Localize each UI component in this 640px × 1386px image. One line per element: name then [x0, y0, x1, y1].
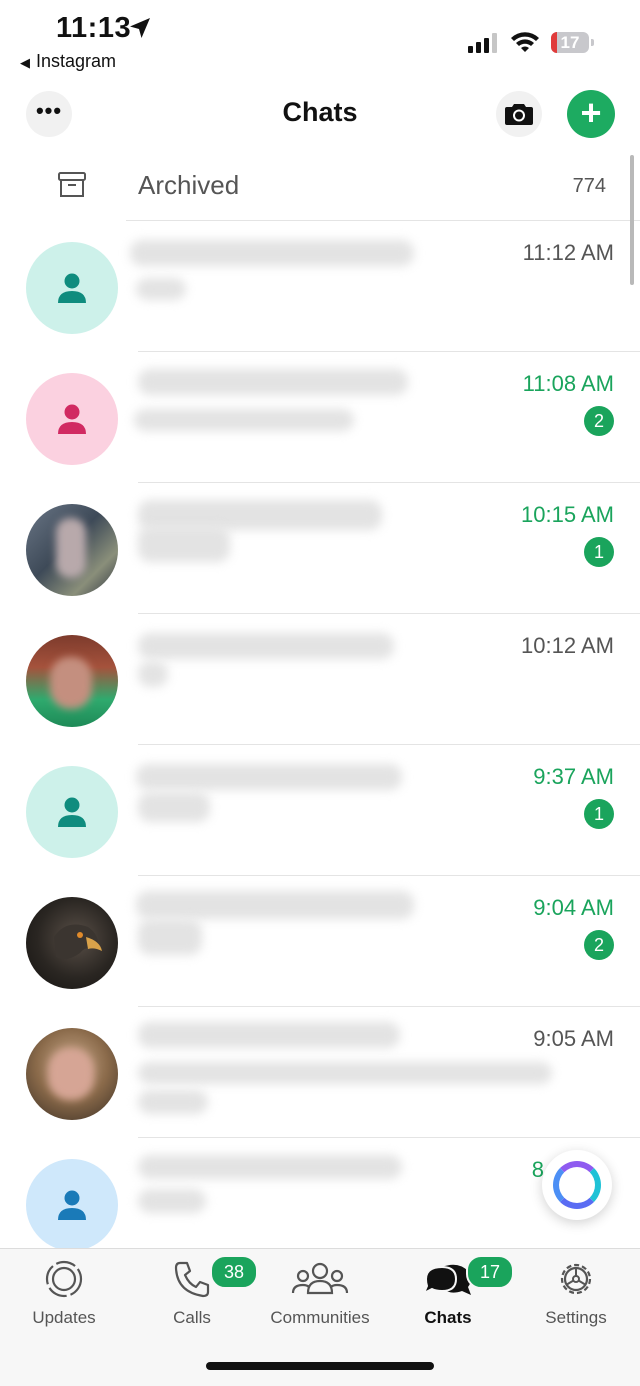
- tab-label: Updates: [32, 1308, 96, 1327]
- person-icon: [58, 797, 86, 827]
- meta-ai-button[interactable]: [542, 1150, 612, 1220]
- tab-settings[interactable]: Settings: [512, 1249, 640, 1339]
- meta-ai-ring-icon: [553, 1161, 601, 1209]
- back-triangle-icon: ◀: [20, 55, 30, 70]
- unread-badge: 2: [584, 930, 614, 960]
- unread-badge: 2: [584, 406, 614, 436]
- archived-count: 774: [572, 175, 606, 197]
- cellular-signal-icon: [468, 33, 497, 53]
- chat-time: 11:08 AM: [522, 371, 614, 396]
- redacted-name: [138, 369, 408, 395]
- new-chat-button[interactable]: +: [567, 90, 615, 138]
- redacted-name: [136, 764, 402, 790]
- status-bar: 11:13 ◀ Instagram 17: [0, 0, 640, 80]
- chat-row[interactable]: 10:15 AM 1: [0, 482, 640, 613]
- archive-icon: [58, 172, 86, 197]
- chat-time: 11:12 AM: [522, 240, 614, 265]
- avatar: [26, 504, 118, 596]
- avatar: [26, 242, 118, 334]
- tab-chats[interactable]: 17 Chats: [384, 1249, 514, 1339]
- redacted-name: [130, 240, 414, 266]
- archived-label: Archived: [138, 170, 240, 200]
- chat-row[interactable]: 9:05 AM: [0, 1006, 640, 1137]
- chat-time: 10:12 AM: [521, 633, 614, 658]
- archived-row[interactable]: Archived 774: [0, 150, 640, 220]
- redacted-message: [134, 409, 354, 431]
- chat-row[interactable]: 11:12 AM: [0, 220, 640, 351]
- gear-icon: [560, 1263, 592, 1295]
- redacted-message: [138, 1062, 552, 1084]
- tab-calls[interactable]: 38 Calls: [128, 1249, 258, 1339]
- avatar: [26, 635, 118, 727]
- eagle-icon: [54, 924, 102, 960]
- back-app-label: Instagram: [36, 51, 117, 71]
- status-time: 11:13: [56, 12, 132, 44]
- tab-label: Calls: [173, 1308, 211, 1327]
- calls-badge: 38: [210, 1255, 258, 1289]
- location-arrow-icon: [130, 18, 150, 38]
- redacted-message: [138, 1090, 208, 1114]
- avatar: [26, 1159, 118, 1251]
- battery-level: 17: [560, 33, 580, 52]
- redacted-name: [138, 633, 394, 659]
- chat-row[interactable]: 10:12 AM: [0, 613, 640, 744]
- tab-label: Chats: [424, 1308, 472, 1327]
- chat-row[interactable]: 9:37 AM 1: [0, 744, 640, 875]
- chat-row[interactable]: 9:04 AM 2: [0, 875, 640, 1006]
- wifi-icon: [511, 32, 539, 52]
- redacted-message: [138, 1189, 206, 1213]
- redacted-message: [138, 919, 202, 955]
- chat-time: 9:05 AM: [533, 1026, 614, 1051]
- camera-icon: [505, 104, 533, 125]
- battery-icon: 17: [551, 32, 595, 53]
- tab-label: Settings: [545, 1308, 607, 1327]
- redacted-name: [138, 1022, 400, 1048]
- tab-communities[interactable]: Communities: [256, 1249, 384, 1339]
- avatar: [26, 766, 118, 858]
- avatar: [26, 897, 118, 989]
- home-indicator[interactable]: [206, 1362, 434, 1370]
- unread-badge: 1: [584, 799, 614, 829]
- unread-badge: 1: [584, 537, 614, 567]
- tab-label: Communities: [270, 1308, 370, 1327]
- redacted-message: [136, 278, 186, 300]
- chat-time: 9:04 AM: [533, 895, 614, 920]
- chat-time: 10:15 AM: [521, 502, 614, 527]
- plus-icon: +: [580, 92, 602, 133]
- person-icon: [58, 404, 86, 434]
- camera-button[interactable]: [496, 91, 542, 137]
- chats-header: ••• Chats +: [0, 80, 640, 150]
- chat-time: 9:37 AM: [533, 764, 614, 789]
- person-icon: [58, 1190, 86, 1220]
- redacted-message: [138, 526, 230, 562]
- chat-row[interactable]: 11:08 AM 2: [0, 351, 640, 482]
- redacted-message: [138, 792, 210, 822]
- tab-updates[interactable]: Updates: [0, 1249, 128, 1339]
- redacted-name: [138, 1155, 402, 1179]
- updates-icon: [45, 1260, 83, 1298]
- person-icon: [58, 273, 86, 303]
- avatar: [26, 1028, 118, 1120]
- chats-badge: 17: [466, 1255, 514, 1289]
- communities-icon: [291, 1262, 349, 1295]
- redacted-message: [138, 661, 168, 687]
- phone-icon: [174, 1261, 210, 1298]
- back-to-app-link[interactable]: ◀ Instagram: [20, 51, 116, 72]
- page-title: Chats: [282, 97, 358, 127]
- redacted-name: [136, 891, 414, 919]
- avatar: [26, 373, 118, 465]
